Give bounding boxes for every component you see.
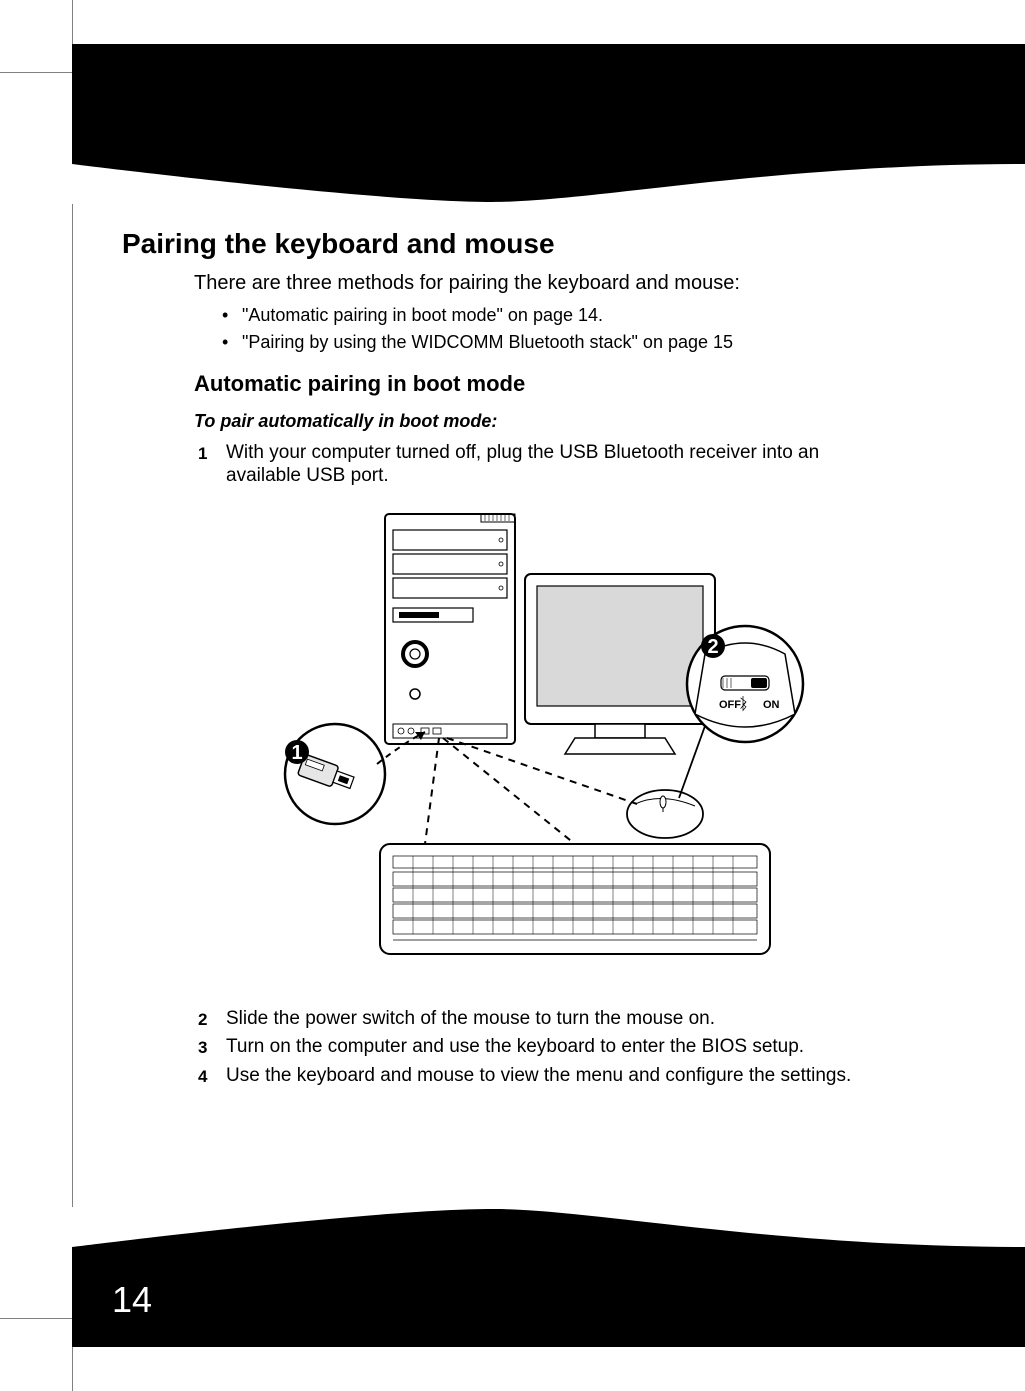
step-number: 3 (198, 1038, 207, 1058)
page-header-banner (72, 44, 1025, 204)
step-number: 2 (198, 1010, 207, 1030)
methods-list: "Automatic pairing in boot mode" on page… (222, 305, 882, 353)
step-item: 3 Turn on the computer and use the keybo… (198, 1036, 882, 1059)
page-footer-banner: 14 (72, 1207, 1025, 1347)
step-text: Turn on the computer and use the keyboar… (226, 1036, 804, 1057)
callout-number-1: 1 (291, 742, 302, 764)
monitor-icon (525, 574, 715, 754)
list-item: "Automatic pairing in boot mode" on page… (222, 305, 882, 326)
illustration-container: 1 OF (198, 504, 882, 984)
intro-text: There are three methods for pairing the … (194, 272, 882, 295)
steps-list: 1 With your computer turned off, plug th… (198, 442, 882, 488)
step-item: 4 Use the keyboard and mouse to view the… (198, 1065, 882, 1088)
pairing-illustration: 1 OF (265, 504, 815, 984)
step-item: 2 Slide the power switch of the mouse to… (198, 1008, 882, 1031)
subsection-heading: Automatic pairing in boot mode (194, 371, 882, 397)
list-item: "Pairing by using the WIDCOMM Bluetooth … (222, 332, 882, 353)
mouse-icon (627, 790, 703, 838)
step-item: 1 With your computer turned off, plug th… (198, 442, 882, 488)
step-text: Use the keyboard and mouse to view the m… (226, 1065, 851, 1086)
step-text: With your computer turned off, plug the … (226, 442, 819, 486)
content-area: Pairing the keyboard and mouse There are… (122, 228, 882, 1094)
computer-tower-icon (385, 514, 515, 744)
procedure-title: To pair automatically in boot mode: (194, 411, 882, 432)
header-swoop (72, 164, 1025, 204)
keyboard-icon (380, 844, 770, 954)
footer-swoop (72, 1207, 1025, 1247)
switch-off-label: OFF (719, 699, 741, 711)
step-number: 4 (198, 1067, 207, 1087)
mouse-switch-callout: OFF ON 2 (679, 626, 803, 798)
section-heading: Pairing the keyboard and mouse (122, 228, 882, 260)
step-number: 1 (198, 444, 207, 464)
steps-list-continued: 2 Slide the power switch of the mouse to… (198, 1008, 882, 1088)
page-number: 14 (112, 1279, 152, 1321)
step-text: Slide the power switch of the mouse to t… (226, 1008, 715, 1029)
callout-number-2: 2 (707, 636, 718, 658)
switch-on-label: ON (763, 699, 780, 711)
